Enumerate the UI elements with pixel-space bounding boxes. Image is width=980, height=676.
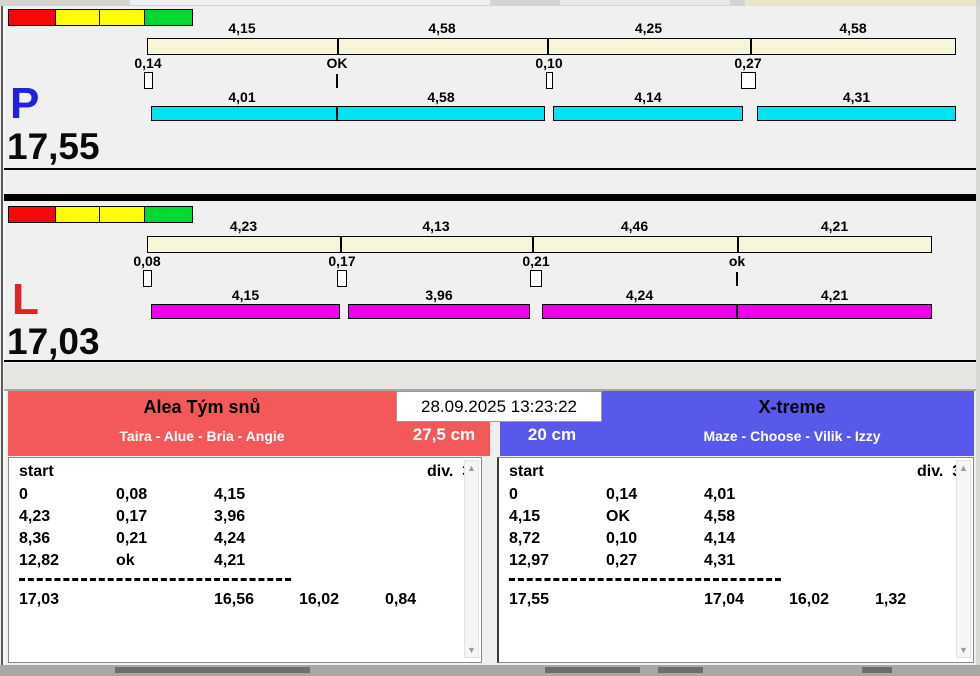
split-label-l4: 4,21: [820, 218, 849, 234]
zone-red: [9, 10, 56, 25]
distance-right: 20 cm: [527, 425, 577, 444]
team-members-right: Maze - Choose - Vilik - Izzy: [703, 428, 881, 444]
spacer-band: [4, 363, 976, 391]
split-divider-l3: [737, 236, 739, 253]
table-row: 0 0,08 4,15: [19, 486, 246, 503]
zone-yellow-1: [55, 10, 101, 25]
datetime-display: 28.09.2025 13:23:22: [396, 391, 602, 422]
exchange-label-p1: 0,14: [134, 55, 162, 71]
split-label-p3: 4,25: [634, 20, 663, 36]
segment-bar-p1: [151, 106, 545, 121]
table-row: 4,23 0,17 3,96: [19, 508, 246, 525]
table-header-start: start: [19, 463, 54, 480]
segment-divider-l1: [736, 304, 738, 319]
exchange-mark-p3: [546, 72, 553, 89]
zone-yellow-2: [100, 207, 145, 222]
table-row: 4,15 OK 4,58: [509, 508, 736, 525]
lane-letter-p: P: [10, 79, 40, 128]
lane-total-p: 17,55: [7, 126, 100, 167]
scrollbar-track[interactable]: ▲ ▼: [956, 460, 971, 658]
results-table-left: start div. 3 0 0,08 4,15 4,23 0,17 3,96 8,36…: [8, 457, 482, 663]
exchange-label-l3: 0,21: [522, 253, 550, 269]
split-label-l3: 4,46: [620, 218, 649, 234]
split-divider-p3: [750, 38, 752, 55]
lane-letter-l: L: [12, 275, 39, 324]
split-label-l2: 4,13: [422, 218, 450, 234]
table-row: 0 0,14 4,01: [509, 486, 736, 503]
exchange-mark-l2: [337, 270, 347, 287]
scrollbar-up-button[interactable]: ▲: [465, 461, 478, 475]
segment-bar-l1: [151, 304, 340, 319]
table-header-div: div. 3: [917, 463, 962, 480]
team-members-left: Taira - Alue - Bria - Angie: [119, 428, 285, 444]
segment-label-p2: 4,58: [427, 89, 455, 105]
scrollbar-track[interactable]: ▲ ▼: [464, 460, 479, 658]
segment-bar-p3: [757, 106, 956, 121]
exchange-mark-l1: [143, 270, 152, 287]
table-totals-row: 17,03 16,56 16,02 0,84: [19, 591, 417, 608]
segment-label-l3: 4,24: [625, 287, 654, 303]
table-row: 12,82 ok 4,21: [19, 552, 246, 569]
segment-label-l4: 4,21: [820, 287, 849, 303]
segment-bar-l2: [348, 304, 530, 319]
exchange-label-l2: 0,17: [328, 253, 356, 269]
results-table-right: start div. 3 0 0,14 4,01 4,15 OK 4,58 8,72 0,…: [497, 457, 974, 663]
window-left-border-highlight: [4, 6, 5, 666]
exchange-label-p2: OK: [326, 55, 348, 71]
segment-bar-p2: [553, 106, 743, 121]
team-name-right: X-treme: [758, 397, 826, 417]
table-separator: [509, 578, 781, 581]
segment-label-l2: 3,96: [425, 287, 453, 303]
table-totals-row: 17,55 17,04 16,02 1,32: [509, 591, 907, 608]
segment-label-l1: 4,15: [231, 287, 260, 303]
split-bar-l: [147, 236, 932, 253]
window-right-border: [976, 6, 980, 666]
table-separator: [19, 578, 291, 581]
exchange-label-p3: 0,10: [535, 55, 563, 71]
timing-app-window: 4,15 4,58 4,25 4,58 0,14 OK 0,10 0,27 4,…: [0, 0, 980, 676]
zone-yellow-2: [100, 10, 145, 25]
segment-label-p3: 4,14: [634, 89, 662, 105]
split-divider-p1: [337, 38, 339, 55]
split-bar-p: [147, 38, 956, 55]
scrollbar-down-button[interactable]: ▼: [465, 643, 478, 657]
lane-total-l: 17,03: [7, 321, 100, 362]
distance-left: 27,5 cm: [412, 425, 476, 444]
background-window-strip: [0, 0, 980, 6]
exchange-mark-p4: [741, 72, 756, 89]
split-label-p1: 4,15: [228, 20, 256, 36]
lane-separator-bar: [4, 194, 976, 201]
split-label-l1: 4,23: [229, 218, 258, 234]
exchange-mark-l4: [736, 272, 738, 286]
table-row: 8,36 0,21 4,24: [19, 530, 246, 547]
exchange-label-l1: 0,08: [133, 253, 161, 269]
zone-yellow-1: [55, 207, 101, 222]
taskbar-strip: [0, 665, 980, 676]
segment-label-p1: 4,01: [228, 89, 256, 105]
exchange-label-l4: ok: [728, 253, 746, 269]
exchange-mark-p2: [336, 74, 338, 88]
scrollbar-down-button[interactable]: ▼: [957, 643, 970, 657]
lane-p-bottom-border: [4, 168, 976, 170]
segment-label-p4: 4,31: [842, 89, 871, 105]
zone-red: [9, 207, 56, 222]
segment-divider-p1: [336, 106, 338, 121]
table-header-start: start: [509, 463, 544, 480]
split-divider-l1: [340, 236, 342, 253]
split-label-p2: 4,58: [428, 20, 456, 36]
split-divider-l2: [532, 236, 534, 253]
scrollbar-up-button[interactable]: ▲: [957, 461, 970, 475]
split-label-p4: 4,58: [839, 20, 867, 36]
team-name-left: Alea Tým snů: [143, 397, 261, 417]
table-row: 8,72 0,10 4,14: [509, 530, 736, 547]
exchange-mark-l3: [530, 270, 542, 287]
window-left-border: [1, 6, 3, 666]
split-divider-p2: [547, 38, 549, 55]
exchange-label-p4: 0,27: [734, 55, 762, 71]
table-row: 12,97 0,27 4,31: [509, 552, 736, 569]
exchange-mark-p1: [144, 72, 153, 89]
lane-l-bottom-border: [4, 360, 976, 362]
